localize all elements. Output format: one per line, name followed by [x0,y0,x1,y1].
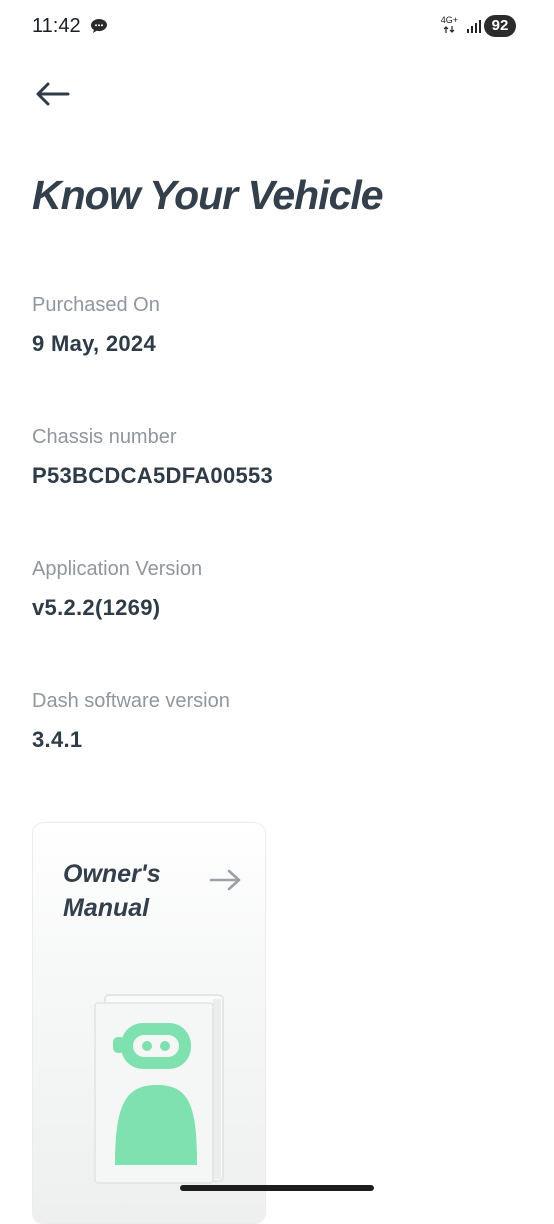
status-time: 11:42 [32,15,81,37]
battery-level: 92 [491,17,509,34]
purchase-date-value: 9 May, 2024 [32,331,156,356]
status-bar: 11:42 4G+ 92 [0,0,554,54]
owners-manual-card[interactable]: Owner's Manual [32,822,266,1224]
signal-bars-icon [467,20,481,33]
owners-manual-title: Owner's Manual [63,860,161,922]
application-version-value: v5.2.2(1269) [32,595,161,620]
home-indicator [180,1185,374,1191]
battery-icon: 92 [484,15,516,37]
dash-software-version-value: 3.4.1 [32,727,83,752]
arrow-right-icon [209,869,241,891]
manual-book-robot-illustration [94,994,224,1184]
application-version-section: Application Version v5.2.2(1269) [32,556,202,622]
dash-software-version-section: Dash software version 3.4.1 [32,688,230,754]
chassis-number-value: P53BCDCA5DFA00553 [32,463,274,488]
data-arrows-icon [443,26,455,33]
dash-software-version-label: Dash software version [32,690,230,712]
arrow-left-icon [36,82,70,106]
purchase-date-section: Purchased On 9 May, 2024 [32,292,160,358]
page-title: Know Your Vehicle [32,172,384,218]
purchase-date-label: Purchased On [32,294,160,316]
network-type: 4G+ [440,15,458,25]
chassis-number-label: Chassis number [32,426,177,448]
network-indicator: 4G+ [441,16,458,36]
application-version-label: Application Version [32,558,203,580]
back-button[interactable] [32,76,72,112]
chassis-number-section: Chassis number P53BCDCA5DFA00553 [32,424,273,490]
chat-bubble-icon [91,19,107,33]
